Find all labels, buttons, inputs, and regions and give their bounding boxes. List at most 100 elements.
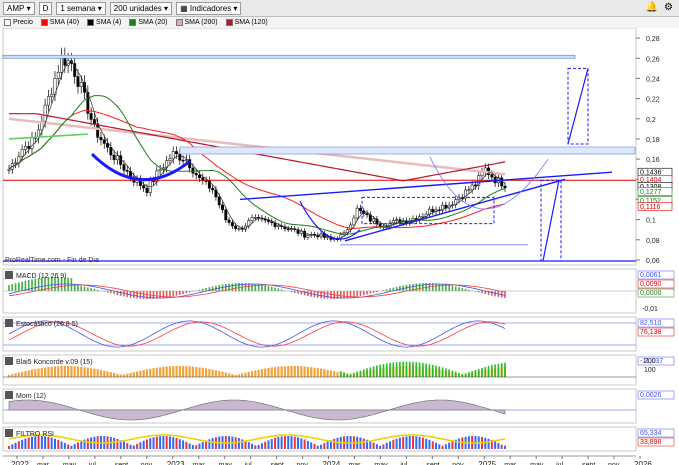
chart-type-label: D (42, 3, 49, 13)
candle-body (276, 225, 280, 227)
candle-body (345, 229, 349, 233)
candle-body (125, 170, 129, 172)
candle-body (115, 155, 119, 161)
candle-body (306, 235, 310, 238)
legend-item[interactable]: SMA (40) (40, 19, 80, 26)
rsi-value: 33,898 (640, 439, 662, 446)
candle-body (109, 147, 113, 156)
indicator-legend: Precio SMA (40) SMA (4) SMA (20) SMA (200) SM… (0, 17, 679, 28)
candle-body (56, 72, 60, 79)
price-badge: 0,1277 (640, 189, 662, 196)
legend-swatch (4, 19, 11, 26)
candle-body (106, 143, 109, 148)
symbol-label: AMP (7, 3, 25, 13)
candle-body (391, 220, 395, 224)
price-axis-label: 0,22 (646, 97, 660, 104)
candle-body (171, 151, 175, 160)
candle-body (230, 222, 234, 227)
candle-body (359, 207, 362, 212)
candle-body (181, 159, 185, 162)
macd-value: 0,0000 (640, 290, 662, 297)
momentum-value: 0,0026 (640, 392, 662, 399)
stoch-panel-frame (2, 316, 637, 352)
period-label: 1 semana (60, 3, 96, 13)
candle-body (142, 185, 146, 189)
candle-body (92, 119, 96, 124)
candle-body (490, 174, 494, 178)
candle-body (198, 174, 201, 178)
candle-body (217, 196, 221, 206)
candle-body (23, 146, 27, 150)
legend-item[interactable]: SMA (200) (175, 19, 218, 26)
candle-body (221, 204, 224, 211)
chart-type-button[interactable]: D (38, 1, 53, 15)
toolbar: AMP ▾ D 1 semana ▾ 200 unidades ▾ ▦ Indi… (0, 0, 679, 17)
legend-item[interactable]: SMA (20) (129, 19, 168, 26)
candle-body (395, 219, 399, 221)
legend-swatch (175, 19, 183, 26)
candle-body (145, 187, 149, 193)
momentum-panel-icon (5, 391, 13, 399)
candle-body (467, 189, 471, 191)
time-axis-label: 2023 (167, 460, 185, 465)
candle-body (365, 213, 369, 216)
legend-label: Precio (13, 19, 33, 26)
price-badge: 0,1116 (640, 204, 660, 211)
candle-body (122, 164, 126, 171)
macd-panel-icon (5, 271, 13, 279)
candle-body (224, 209, 228, 221)
macd-axis-tick: -0,01 (642, 306, 658, 313)
candle-body (250, 217, 254, 221)
rsi-panel-label: FILTRO RSI (16, 431, 54, 438)
time-axis-label: 2022 (11, 460, 29, 465)
units-label: 200 unidades (113, 3, 162, 13)
legend-item[interactable]: SMA (120) (225, 19, 268, 26)
legend-item[interactable]: Precio (4, 19, 33, 26)
candle-body (194, 173, 198, 176)
resistance-band (179, 146, 636, 155)
price-axis-label: 0,28 (646, 36, 660, 43)
candle-body (158, 169, 162, 172)
candle-body (286, 228, 290, 231)
time-axis-label: 2024 (323, 460, 341, 465)
candle-body (175, 151, 178, 155)
candle-body (89, 113, 93, 120)
legend-swatch (225, 19, 233, 26)
legend-label: SMA (40) (49, 19, 80, 26)
candle-body (7, 169, 11, 171)
time-axis-label: 2026 (634, 460, 652, 465)
candle-body (470, 184, 474, 190)
units-selector[interactable]: 200 unidades ▾ (109, 1, 173, 15)
candle-body (237, 228, 241, 230)
indicators-button[interactable]: ▦ Indicadores ▾ (176, 1, 242, 15)
legend-label: SMA (20) (138, 19, 168, 26)
time-axis-label: 2025 (478, 460, 496, 465)
legend-label: SMA (200) (184, 19, 218, 26)
koncorde-axis-tick: 200 (644, 358, 656, 365)
candle-body (20, 149, 24, 157)
candle-body (112, 154, 116, 161)
candle-body (168, 158, 172, 161)
top-resistance-band (2, 54, 576, 59)
macd-panel-label: MACD (12 26 9) (16, 273, 67, 280)
legend-swatch (40, 19, 48, 26)
stoch-panel-label: Estocástico (26 8 5) (16, 321, 78, 328)
legend-label: SMA (120) (234, 19, 268, 26)
gear-icon[interactable]: ⚙ (664, 2, 673, 13)
legend-swatch (87, 19, 95, 26)
price-axis-label: 0,18 (646, 137, 660, 144)
price-axis-label: 0,1 (646, 218, 656, 225)
candle-body (428, 208, 431, 215)
candle-body (43, 104, 47, 122)
price-axis-label: 0,24 (646, 76, 660, 83)
candle-body (50, 94, 54, 97)
candle-body (27, 146, 31, 149)
stoch-value: 82,510 (640, 320, 662, 327)
symbol-selector[interactable]: AMP ▾ (3, 1, 35, 15)
price-axis-label: 0,06 (646, 258, 660, 265)
candle-body (79, 82, 83, 87)
candle-body (152, 180, 155, 183)
bell-icon[interactable]: 🔔 (646, 2, 658, 13)
period-selector[interactable]: 1 semana ▾ (56, 1, 106, 15)
legend-item[interactable]: SMA (4) (87, 19, 121, 26)
